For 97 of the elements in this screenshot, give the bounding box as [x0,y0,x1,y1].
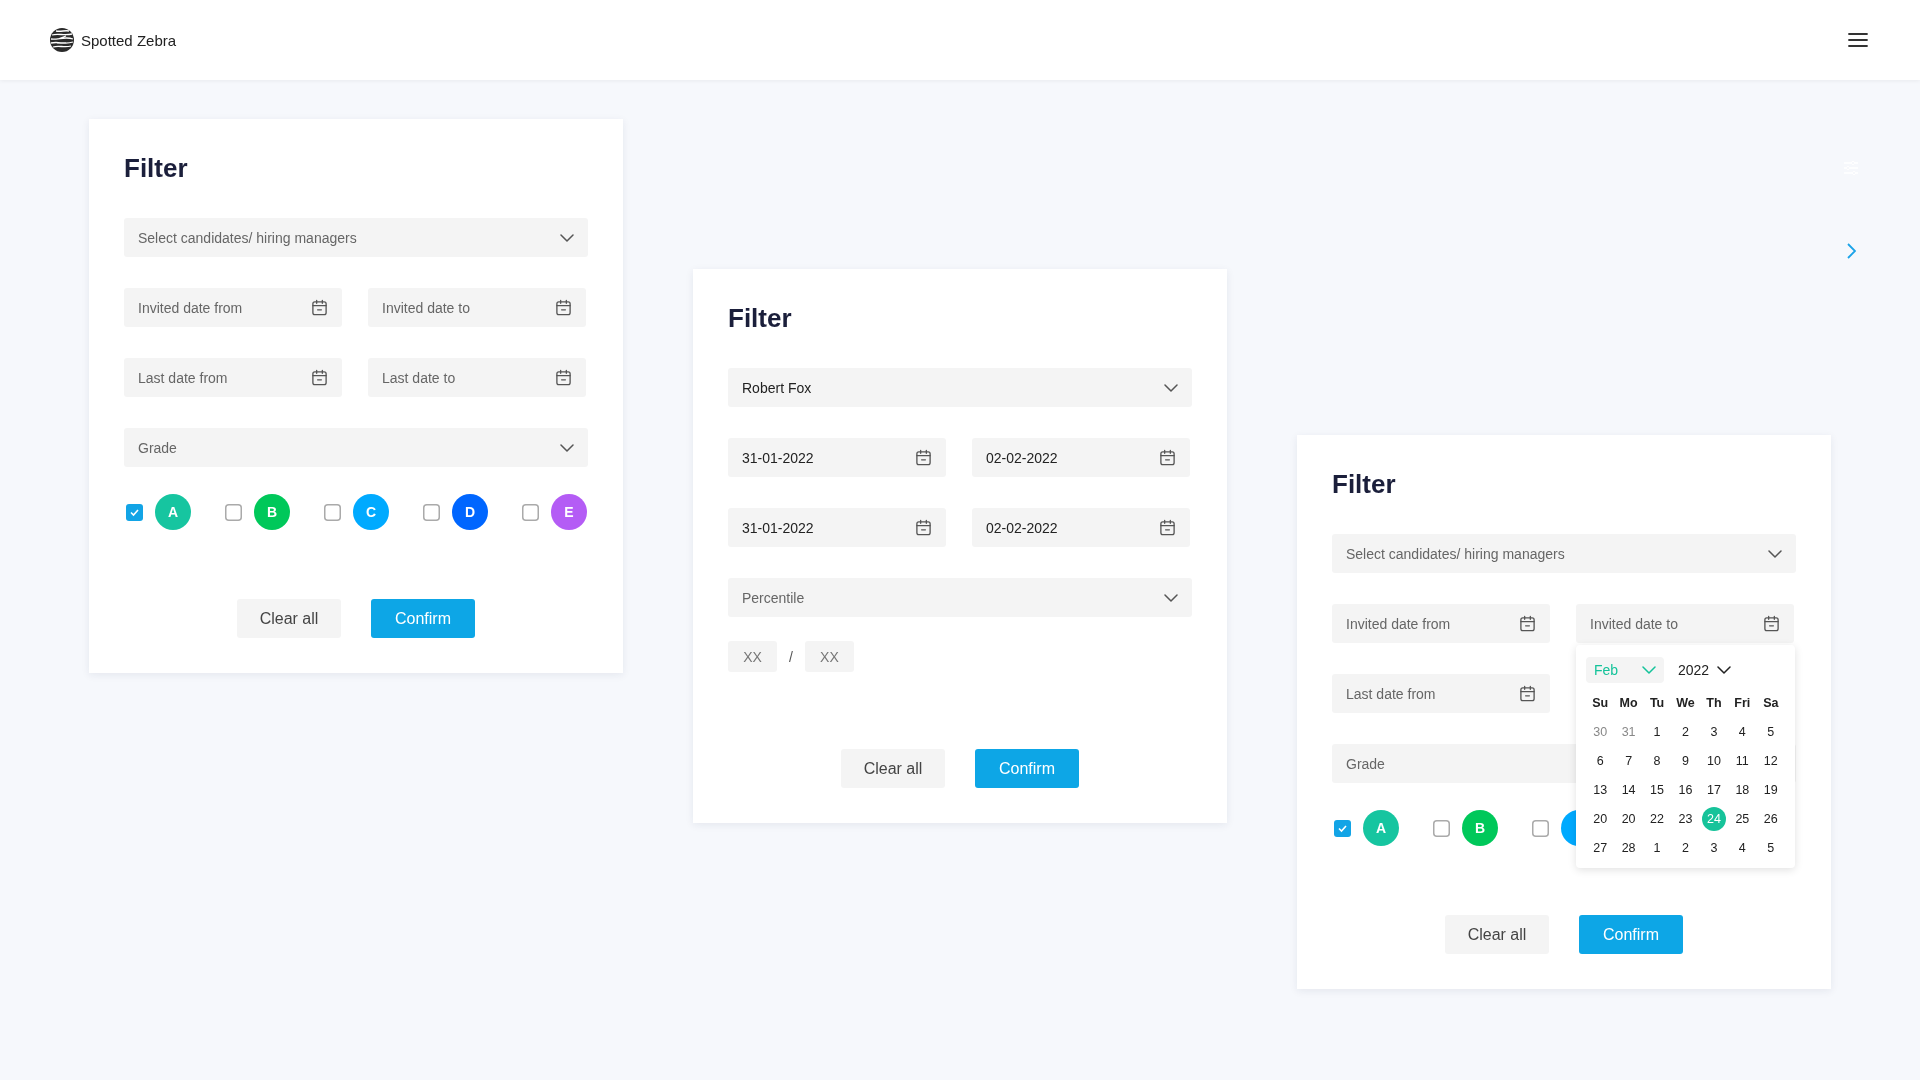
chevron-down-icon [1717,666,1732,674]
calendar-day[interactable]: 3 [1701,720,1726,744]
grade-badge: B [1462,810,1498,846]
chevron-down-icon [1164,383,1178,392]
calendar-day[interactable]: 3 [1701,836,1726,860]
grade-badge: E [551,494,587,530]
calendar-day[interactable]: 22 [1645,807,1670,831]
weekday-label: Tu [1649,695,1665,712]
checkbox[interactable] [1433,819,1450,837]
calendar-day[interactable]: 20 [1616,807,1641,831]
calendar-icon[interactable] [1159,519,1176,536]
calendar-icon[interactable] [555,369,572,386]
calendar-day[interactable]: 6 [1588,749,1613,773]
date-field[interactable]: Last date from [1332,674,1550,713]
date-field[interactable]: Invited date to [368,288,586,327]
date-field[interactable]: Invited date to [1576,604,1794,643]
brand-name: Spotted Zebra [81,31,177,49]
date-field[interactable]: 31-01-2022 [728,508,946,547]
calendar-icon[interactable] [311,299,328,316]
calendar-icon[interactable] [1763,615,1780,632]
select-dropdown[interactable]: Percentile [728,578,1192,617]
weekday-label: Sa [1763,695,1779,712]
calendar-day[interactable]: 11 [1730,749,1755,773]
weekday-label: Fri [1734,695,1751,712]
calendar-day[interactable]: 5 [1758,836,1783,860]
calendar-day[interactable]: 1 [1645,720,1670,744]
date-field[interactable]: 31-01-2022 [728,438,946,477]
date-field[interactable]: 02-02-2022 [972,508,1190,547]
calendar-day[interactable]: 2 [1673,836,1698,860]
select-dropdown[interactable]: Select candidates/ hiring managers [1332,534,1796,573]
checkbox[interactable] [324,503,341,521]
checkbox[interactable] [1532,819,1549,837]
calendar-day[interactable]: 10 [1701,749,1726,773]
calendar-day[interactable]: 30 [1588,720,1613,744]
weekday-label: Su [1592,695,1609,712]
range-to-field[interactable]: XX [804,641,854,672]
calendar-day[interactable]: 4 [1730,720,1755,744]
menu-icon[interactable] [1848,32,1868,48]
calendar-icon[interactable] [1159,449,1176,466]
grade-badge: A [155,494,191,530]
checkbox[interactable] [522,503,539,521]
calendar-day[interactable]: 23 [1673,807,1698,831]
calendar-day[interactable]: 27 [1588,836,1613,860]
weekday-label: Th [1706,695,1722,712]
clear-button[interactable]: Clear all [237,599,341,638]
chevron-down-icon [1768,549,1782,558]
clear-button[interactable]: Clear all [841,749,945,788]
chevron-down-icon [1642,666,1656,674]
select-dropdown[interactable]: Grade [124,428,588,467]
date-field[interactable]: Invited date from [124,288,342,327]
calendar-day[interactable]: 2 [1673,720,1698,744]
calendar-day[interactable]: 31 [1616,720,1641,744]
calendar-day[interactable]: 28 [1616,836,1641,860]
calendar-day[interactable]: 20 [1588,807,1613,831]
weekday-label: We [1676,695,1695,712]
calendar-icon[interactable] [1519,615,1536,632]
select-dropdown[interactable]: Robert Fox [728,368,1192,407]
weekday-label: Mo [1619,695,1638,712]
checkbox[interactable] [126,503,143,521]
date-field[interactable]: Last date from [124,358,342,397]
calendar-icon[interactable] [1519,685,1536,702]
zebra-logo-icon [49,27,75,53]
checkbox[interactable] [1334,819,1351,837]
grade-badge: A [1363,810,1399,846]
calendar-day[interactable]: 9 [1673,749,1698,773]
calendar-icon[interactable] [311,369,328,386]
date-field[interactable]: Last date to [368,358,586,397]
range-from-field[interactable]: XX [728,641,777,672]
year-select[interactable]: 2022 [1678,662,1732,678]
grade-badge: D [452,494,488,530]
date-field[interactable]: 02-02-2022 [972,438,1190,477]
calendar-day[interactable]: 26 [1758,807,1783,831]
calendar-day[interactable]: 1 [1645,836,1670,860]
calendar-day[interactable]: 4 [1730,836,1755,860]
checkbox[interactable] [225,503,242,521]
checkbox[interactable] [423,503,440,521]
clear-button[interactable]: Clear all [1445,915,1549,954]
calendar-icon[interactable] [555,299,572,316]
chevron-down-icon [560,443,574,452]
calendar-day[interactable]: 7 [1616,749,1641,773]
chevron-right-icon[interactable] [1846,243,1856,259]
card-title: Filter [1332,470,1397,498]
calendar-day[interactable]: 25 [1730,807,1755,831]
card-title: Filter [728,304,793,332]
grade-badge: B [254,494,290,530]
date-field[interactable]: Invited date from [1332,604,1550,643]
calendar-day[interactable]: 5 [1758,720,1783,744]
select-dropdown[interactable]: Select candidates/ hiring managers [124,218,588,257]
calendar-day[interactable]: 12 [1758,749,1783,773]
card-title: Filter [124,154,189,182]
calendar-day[interactable]: 8 [1645,749,1670,773]
range-separator: / [789,648,793,665]
calendar-icon[interactable] [915,449,932,466]
chevron-down-icon [1164,593,1178,602]
chevron-down-icon [560,233,574,242]
calendar-icon[interactable] [915,519,932,536]
grade-badge: C [353,494,389,530]
